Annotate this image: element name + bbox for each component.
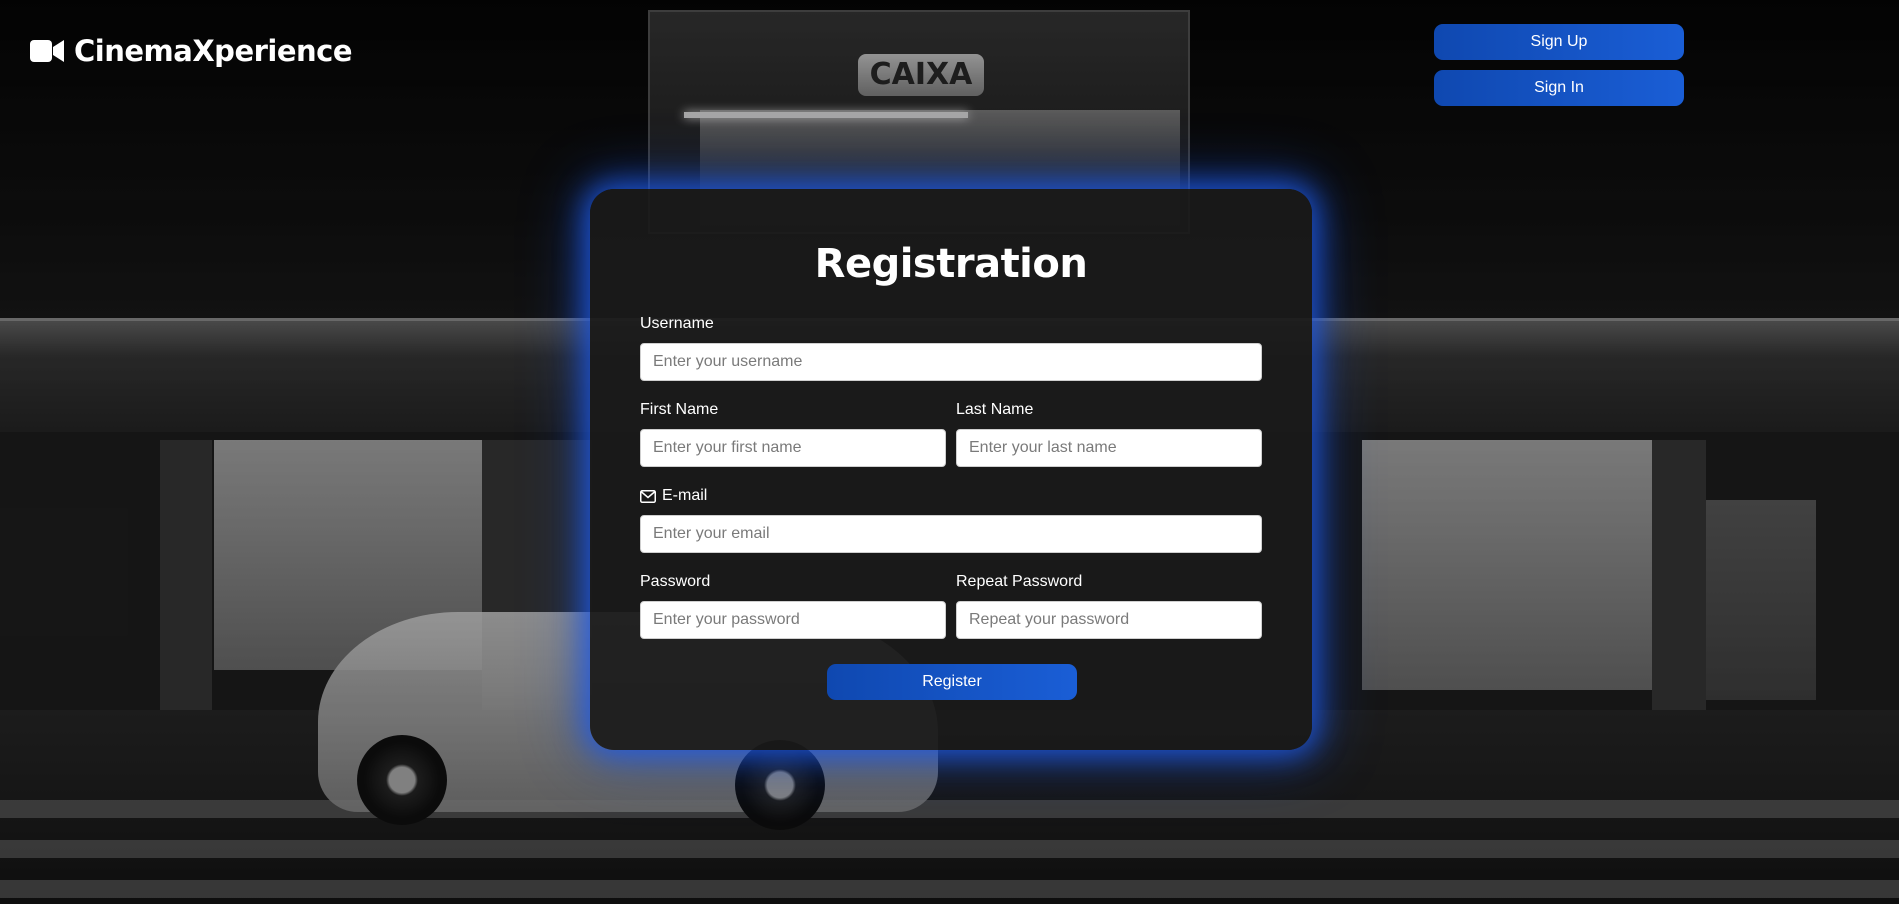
password-input[interactable]: [640, 601, 946, 639]
sign-up-button[interactable]: Sign Up: [1434, 24, 1684, 60]
brand-name: CinemaXperience: [74, 34, 353, 68]
brand-logo[interactable]: CinemaXperience: [30, 34, 353, 68]
password-label: Password: [640, 573, 711, 590]
form-title: Registration: [814, 241, 1088, 287]
registration-card: Registration Username First Name Last Na…: [590, 189, 1312, 750]
sign-in-button[interactable]: Sign In: [1434, 70, 1684, 106]
first-name-input[interactable]: [640, 429, 946, 467]
username-label: Username: [640, 315, 714, 332]
registration-page: CAIXA CinemaXperience Sign Up Sign In Re…: [0, 0, 1899, 904]
username-input[interactable]: [640, 343, 1262, 381]
email-label-row: E-mail: [640, 486, 1262, 506]
last-name-label: Last Name: [956, 401, 1034, 418]
last-name-input[interactable]: [956, 429, 1262, 467]
video-camera-icon: [30, 40, 64, 62]
email-input[interactable]: [640, 515, 1262, 553]
email-label: E-mail: [662, 487, 708, 504]
register-button[interactable]: Register: [827, 664, 1077, 700]
repeat-password-group: Repeat Password: [956, 572, 1262, 639]
email-group: E-mail: [640, 486, 1262, 553]
repeat-password-label: Repeat Password: [956, 573, 1083, 590]
envelope-icon: [640, 489, 656, 503]
first-name-group: First Name: [640, 400, 946, 467]
last-name-group: Last Name: [956, 400, 1262, 467]
password-group: Password: [640, 572, 946, 639]
repeat-password-input[interactable]: [956, 601, 1262, 639]
first-name-label: First Name: [640, 401, 719, 418]
username-group: Username: [640, 314, 1262, 381]
